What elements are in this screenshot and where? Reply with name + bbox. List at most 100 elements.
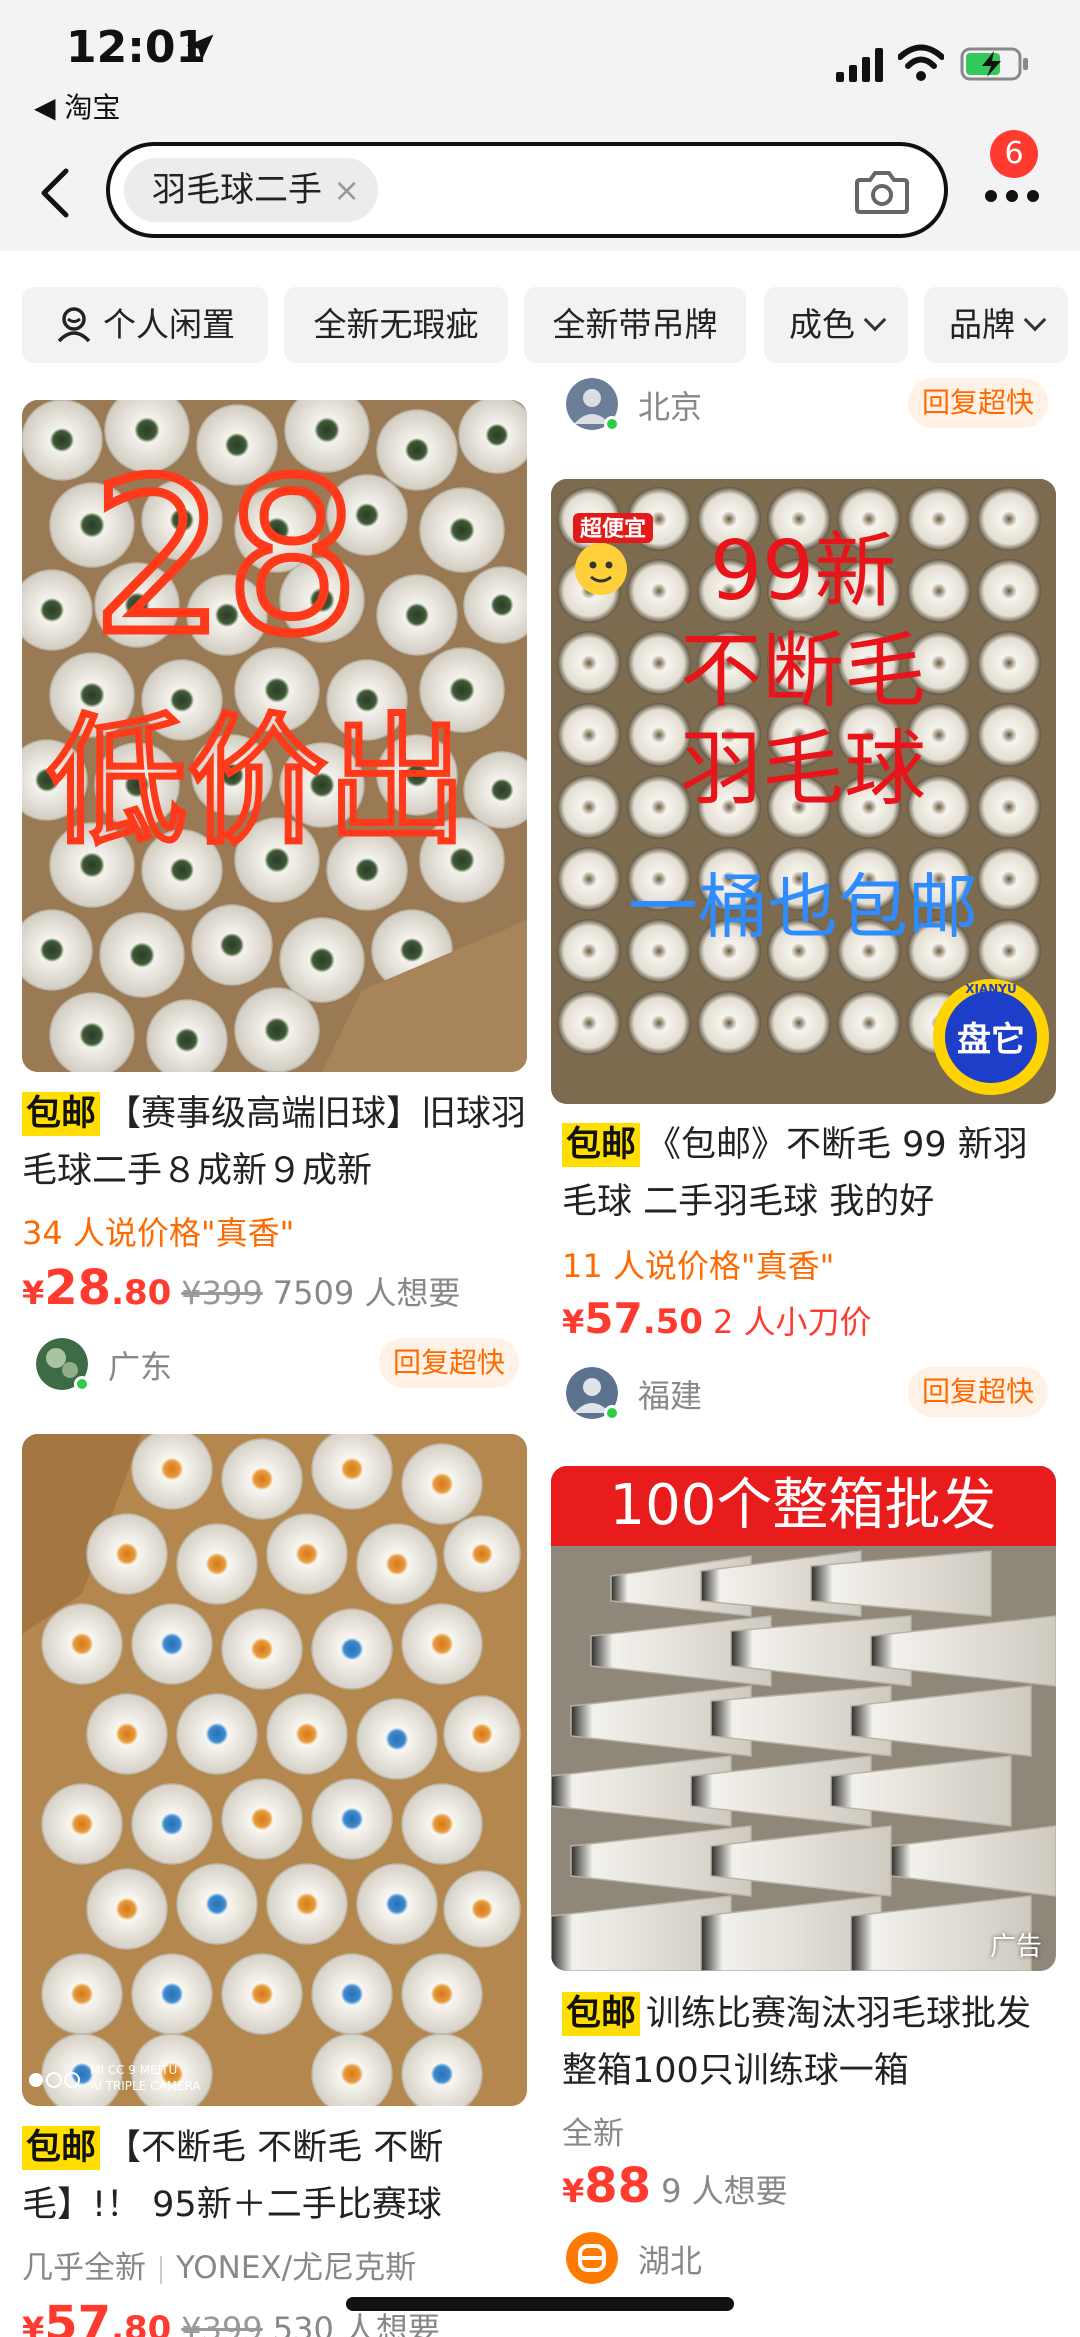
overlay-no-feather-loss: 不断毛 — [680, 624, 926, 719]
home-indicator[interactable] — [346, 2297, 734, 2311]
filter-label: 全新无瑕疵 — [313, 305, 479, 344]
back-arrow-icon[interactable] — [36, 165, 76, 221]
shuttlecock-bulk-photo: 100个整箱批发 — [551, 1466, 1056, 1971]
status-bar: 12:01 ◀ 淘宝 — [0, 0, 1080, 125]
shuttlecock-photo: 28 低价出 — [22, 400, 527, 1072]
clear-query-icon[interactable]: × — [333, 158, 360, 222]
filter-condition-dropdown[interactable]: 成色 — [764, 287, 908, 363]
price-integer: 57 — [44, 2296, 112, 2337]
person-icon — [57, 306, 91, 342]
currency-symbol: ¥ — [22, 1274, 45, 1312]
online-indicator — [604, 416, 620, 432]
online-indicator — [604, 1405, 620, 1421]
seller-region: 北京 — [638, 388, 703, 426]
tag-row: 几乎全新 YONEX/尤尼克斯 — [22, 2242, 416, 2287]
want-count: 530 人想要 — [272, 2310, 440, 2337]
reply-fast-badge: 回复超快 — [907, 378, 1048, 428]
overlay-99-new: 99新 — [710, 524, 896, 619]
price-row: ¥28.80 ¥399 7509 人想要 — [22, 1260, 460, 1316]
seller-row: 广东 回复超快 — [36, 1338, 527, 1398]
price-decimal: .80 — [111, 2309, 172, 2337]
price-integer: 28 — [44, 1260, 112, 1316]
listing-title: 包邮 【赛事级高端旧球】旧球羽毛球二手８成新９成新 — [22, 1086, 527, 1200]
shuttlecock-box-photo: MI CC 9 MEITU AI TRIPLE CAMERA — [22, 1434, 527, 2106]
listing-title: 包邮 训练比赛淘汰羽毛球批发整箱100只训练球一箱 — [562, 1986, 1056, 2100]
condition-tag: 全新 — [562, 2116, 624, 2152]
brand-tag: YONEX/尤尼克斯 — [176, 2250, 417, 2286]
overlay-badminton: 羽毛球 — [680, 722, 926, 817]
seller-row: 福建 回复超快 — [566, 1367, 1056, 1427]
listing-title: 包邮 《包邮》不断毛 99 新羽毛球 二手羽毛球 我的好 — [562, 1117, 1056, 1231]
free-shipping-tag: 包邮 — [22, 2126, 101, 2170]
bargain-badge: 超便宜 — [580, 516, 646, 542]
image-overlay-slogan: 低价出 — [47, 701, 467, 864]
chevron-down-icon — [1023, 308, 1047, 332]
filter-new-with-tags[interactable]: 全新带吊牌 — [524, 287, 746, 363]
camera-watermark: MI CC 9 MEITU — [90, 2063, 177, 2077]
wifi-icon — [898, 44, 944, 81]
condition-tag: 几乎全新 — [22, 2250, 146, 2286]
avatar — [566, 2232, 618, 2284]
overlay-free-shipping: 一桶也包邮 — [628, 866, 978, 948]
want-count: 9 人想要 — [661, 2172, 788, 2210]
filter-brand-dropdown[interactable]: 品牌 — [924, 287, 1068, 363]
divider — [160, 2255, 162, 2284]
listing-image[interactable]: 超便宜 99新 不断毛 羽毛球 一桶也包邮 盘它 XIANYU — [551, 479, 1056, 1104]
filter-brand-new-flawless[interactable]: 全新无瑕疵 — [284, 287, 508, 363]
filter-label: 成色 — [789, 305, 855, 344]
listing-title: 包邮 【不断毛 不断毛 不断毛】!！ 95新＋二手比赛球 — [22, 2120, 527, 2234]
filter-label: 品牌 — [949, 305, 1015, 344]
filter-bar: 个人闲置 全新无瑕疵 全新带吊牌 成色 品牌 — [0, 251, 1080, 376]
online-indicator — [74, 1376, 90, 1392]
filter-label: 全新带吊牌 — [552, 305, 718, 344]
filter-label: 个人闲置 — [103, 305, 235, 344]
more-options-icon[interactable] — [982, 181, 1042, 211]
image-overlay-price: 28 — [92, 435, 359, 680]
listing-card[interactable]: 超便宜 99新 不断毛 羽毛球 一桶也包邮 盘它 XIANYU 包邮 《包邮》不断… — [551, 479, 1056, 1429]
price-row: ¥88 9 人想要 — [562, 2158, 788, 2214]
battery-charging-icon — [960, 47, 1028, 81]
listing-image[interactable]: MI CC 9 MEITU AI TRIPLE CAMERA — [22, 1434, 527, 2106]
listing-image[interactable]: 100个整箱批发 广告 — [551, 1466, 1056, 1971]
want-count: 7509 人想要 — [272, 1274, 461, 1312]
stamp-ring-text: XIANYU — [965, 982, 1016, 996]
currency-symbol: ¥ — [562, 2172, 585, 2210]
free-shipping-tag: 包邮 — [562, 1992, 641, 2036]
wholesale-banner: 100个整箱批发 — [610, 1473, 997, 1538]
search-input[interactable]: 羽毛球二手 × — [106, 142, 948, 238]
camera-watermark: AI TRIPLE CAMERA — [90, 2079, 201, 2093]
social-proof: 11 人说价格"真香" — [562, 1247, 835, 1285]
listing-card[interactable]: 100个整箱批发 广告 包邮 训练比赛淘汰羽毛球批发整箱100只训练球一箱 全新 … — [551, 1466, 1056, 2316]
shuttlecock-tubes-photo: 超便宜 99新 不断毛 羽毛球 一桶也包邮 盘它 XIANYU — [551, 479, 1056, 1104]
search-header: 羽毛球二手 × 6 — [0, 125, 1080, 251]
back-to-app-link[interactable]: ◀ 淘宝 — [34, 86, 120, 126]
social-proof: 34 人说价格"真香" — [22, 1214, 295, 1252]
price-row: ¥57.50 2 人小刀价 — [562, 1294, 872, 1343]
price-decimal: .50 — [642, 1302, 703, 1342]
notification-badge: 6 — [990, 130, 1038, 178]
search-query-text: 羽毛球二手 — [152, 170, 322, 210]
location-arrow-icon — [186, 34, 214, 61]
original-price: ¥399 — [181, 1274, 263, 1312]
search-query-chip[interactable]: 羽毛球二手 × — [124, 158, 378, 222]
ad-label: 广告 — [989, 1932, 1042, 1962]
listing-card[interactable]: 28 低价出 包邮 【赛事级高端旧球】旧球羽毛球二手８成新９成新 34 人说价格"… — [22, 400, 527, 1400]
free-shipping-tag: 包邮 — [22, 1092, 101, 1136]
original-price: ¥399 — [181, 2310, 263, 2337]
chevron-down-icon — [863, 308, 887, 332]
listing-card[interactable]: MI CC 9 MEITU AI TRIPLE CAMERA 包邮 【不断毛 不断… — [22, 1434, 527, 2337]
seller-region: 福建 — [638, 1377, 703, 1415]
seller-region: 湖北 — [638, 2242, 703, 2280]
seller-region: 广东 — [108, 1348, 173, 1386]
seller-row: 湖北 — [566, 2232, 1056, 2292]
cellular-signal-icon — [836, 48, 883, 82]
filter-personal-idle[interactable]: 个人闲置 — [22, 287, 268, 363]
price-integer: 88 — [584, 2158, 652, 2214]
reply-fast-badge: 回复超快 — [907, 1367, 1048, 1417]
price-decimal: .80 — [111, 1273, 172, 1313]
listing-image[interactable]: 28 低价出 — [22, 400, 527, 1072]
stamp-text: 盘它 — [957, 1020, 1025, 1060]
camera-icon[interactable] — [854, 168, 910, 216]
currency-symbol: ¥ — [562, 1303, 585, 1341]
free-shipping-tag: 包邮 — [562, 1123, 641, 1167]
